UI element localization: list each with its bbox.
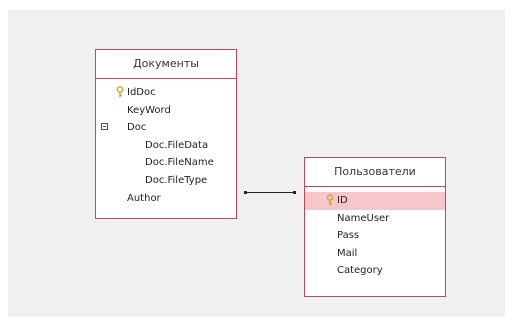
field-label: Doc.FileType bbox=[145, 174, 208, 186]
field-label: Pass bbox=[337, 230, 360, 242]
table-users[interactable]: Пользователи ID NameUser Pass Mail Categ… bbox=[304, 157, 446, 297]
field-label: Doc.FileName bbox=[145, 157, 214, 169]
relationship-end bbox=[244, 191, 247, 194]
field-label: KeyWord bbox=[127, 104, 171, 116]
field-pass[interactable]: Pass bbox=[305, 227, 445, 245]
collapse-icon[interactable] bbox=[101, 123, 108, 131]
key-icon bbox=[326, 194, 334, 206]
table-documents[interactable]: Документы IdDoc KeyWord Doc Doc.FileData… bbox=[95, 49, 237, 219]
field-label: Author bbox=[127, 192, 161, 204]
field-doc-filename[interactable]: Doc.FileName bbox=[96, 154, 236, 172]
field-category[interactable]: Category bbox=[305, 262, 445, 280]
relationship-line[interactable] bbox=[244, 191, 296, 194]
field-label: Doc bbox=[127, 122, 147, 134]
table-title: Документы bbox=[96, 50, 236, 79]
field-mail[interactable]: Mail bbox=[305, 245, 445, 263]
field-label: IdDoc bbox=[127, 87, 156, 98]
relationship-end bbox=[293, 191, 296, 194]
field-label: Doc.FileData bbox=[145, 139, 209, 151]
field-doc-filedata[interactable]: Doc.FileData bbox=[96, 137, 236, 155]
relationship-canvas: Документы IdDoc KeyWord Doc Doc.FileData… bbox=[8, 10, 505, 317]
table-title: Пользователи bbox=[305, 158, 445, 187]
field-label: ID bbox=[337, 195, 348, 206]
field-label: Mail bbox=[337, 247, 358, 259]
field-author[interactable]: Author bbox=[96, 190, 236, 208]
field-doc-filetype[interactable]: Doc.FileType bbox=[96, 172, 236, 190]
field-id[interactable]: ID bbox=[305, 192, 445, 210]
field-keyword[interactable]: KeyWord bbox=[96, 102, 236, 120]
key-icon bbox=[116, 86, 124, 98]
field-doc[interactable]: Doc bbox=[96, 119, 236, 137]
field-iddoc[interactable]: IdDoc bbox=[96, 84, 236, 102]
field-nameuser[interactable]: NameUser bbox=[305, 210, 445, 228]
field-label: Category bbox=[337, 265, 383, 277]
field-label: NameUser bbox=[337, 212, 390, 224]
